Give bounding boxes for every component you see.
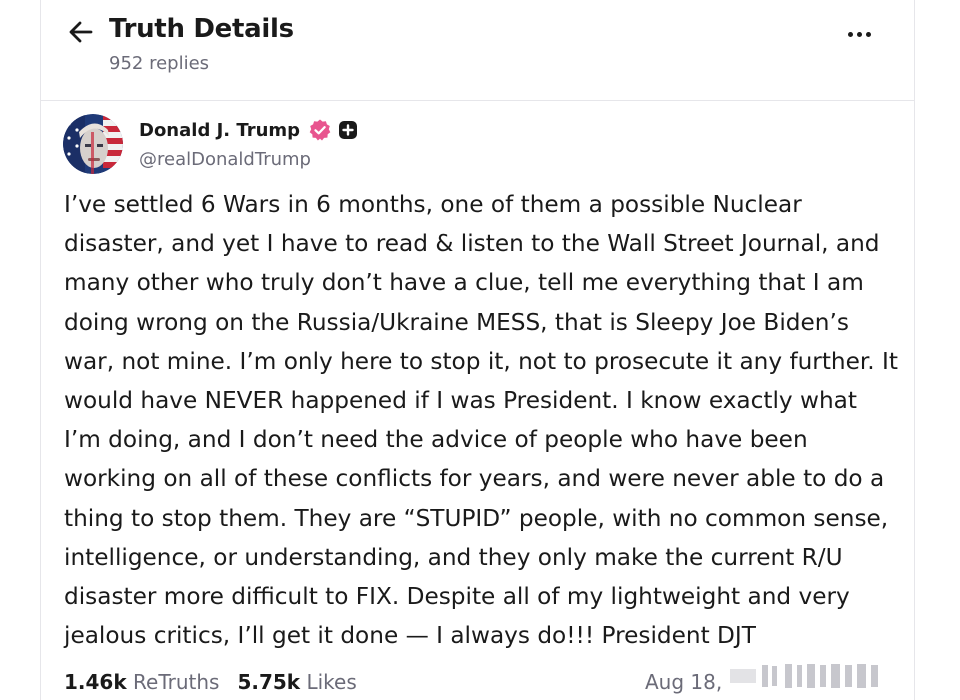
author-handle[interactable]: @realDonaldTrump xyxy=(139,149,311,170)
avatar[interactable] xyxy=(63,114,123,174)
avatar-image xyxy=(63,114,123,174)
retruths-count: 1.46k xyxy=(64,670,127,694)
likes-label: Likes xyxy=(306,670,357,694)
verified-badge-icon xyxy=(309,119,331,141)
author-name-row[interactable]: Donald J. Trump xyxy=(139,118,358,142)
reply-count: 952 replies xyxy=(109,53,210,74)
more-options-button[interactable] xyxy=(842,20,876,48)
likes-stat[interactable]: 5.75k Likes xyxy=(237,670,356,694)
post-stats: 1.46k ReTruths 5.75k Likes xyxy=(64,670,357,694)
author-name: Donald J. Trump xyxy=(139,119,301,141)
post-text: I’ve settled 6 Wars in 6 months, one of … xyxy=(64,191,898,650)
post-date: Aug 18, xyxy=(645,670,723,694)
back-button[interactable] xyxy=(65,16,97,48)
watermark-overlay xyxy=(730,661,930,691)
retruths-stat[interactable]: 1.46k ReTruths xyxy=(64,670,219,694)
more-horizontal-icon xyxy=(846,31,873,37)
plus-badge-icon xyxy=(339,121,358,139)
likes-count: 5.75k xyxy=(237,670,301,694)
arrow-left-icon xyxy=(69,21,93,43)
retruths-label: ReTruths xyxy=(133,670,220,694)
page-title: Truth Details xyxy=(109,14,294,44)
post-detail-panel: Truth Details 952 replies Donald J. Trum… xyxy=(40,0,915,700)
page-header: Truth Details 952 replies xyxy=(41,0,914,101)
